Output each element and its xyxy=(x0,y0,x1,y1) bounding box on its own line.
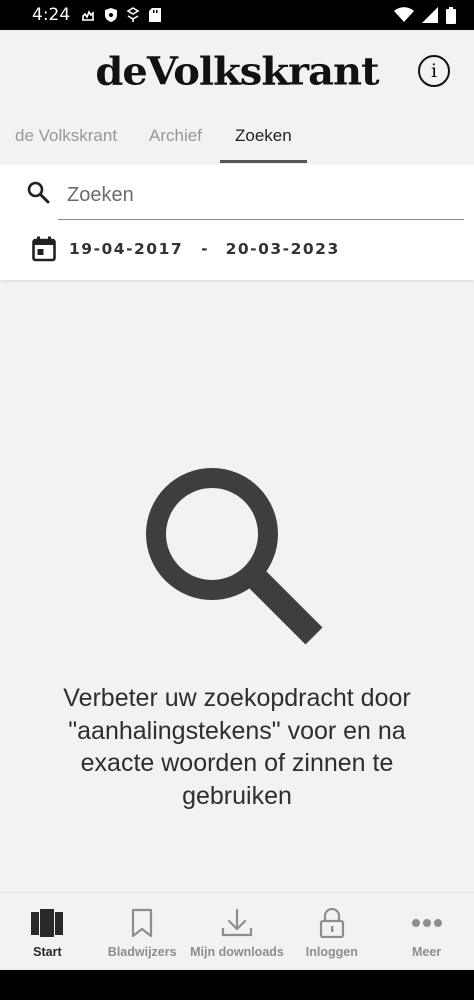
nav-meer[interactable]: Meer xyxy=(379,893,474,970)
sd-card-icon xyxy=(149,8,162,22)
notification-icon xyxy=(82,10,95,21)
battery-icon xyxy=(446,6,456,24)
status-icons-left xyxy=(80,7,162,23)
search-input[interactable] xyxy=(58,172,464,220)
nav-inloggen[interactable]: Inloggen xyxy=(284,893,379,970)
date-range[interactable]: 19-04-2017 - 20-03-2023 xyxy=(32,236,340,262)
nav-start[interactable]: Start xyxy=(0,893,95,970)
more-icon xyxy=(411,907,443,939)
date-from[interactable]: 19-04-2017 xyxy=(69,240,183,258)
nav-start-label: Start xyxy=(33,945,62,959)
tab-bar: de Volkskrant Archief Zoeken xyxy=(0,112,474,164)
magnifier-icon xyxy=(146,468,326,653)
tab-archief[interactable]: Archief xyxy=(149,126,202,146)
system-navigation-bar xyxy=(0,970,474,1000)
info-button[interactable]: i xyxy=(418,55,450,87)
date-to[interactable]: 20-03-2023 xyxy=(226,240,340,258)
empty-state: Verbeter uw zoekopdracht door "aanhaling… xyxy=(0,280,474,892)
tab-de-volkskrant[interactable]: de Volkskrant xyxy=(15,126,117,146)
nav-meer-label: Meer xyxy=(411,945,442,959)
tab-zoeken[interactable]: Zoeken xyxy=(235,126,292,146)
wifi-icon xyxy=(394,7,414,22)
tab-indicator xyxy=(220,160,307,163)
shield-icon xyxy=(105,8,118,22)
bottom-nav: Start Bladwijzers Mijn downloads Inlogge… xyxy=(0,892,474,970)
status-icons-right xyxy=(394,6,456,24)
nav-mijn-downloads-label: Mijn downloads xyxy=(190,945,284,959)
search-icon xyxy=(26,180,50,209)
fortnite-icon xyxy=(126,7,140,22)
status-time: 4:24 xyxy=(32,5,71,25)
nav-inloggen-label: Inloggen xyxy=(305,945,358,959)
status-bar: 4:24 xyxy=(0,0,474,30)
date-separator: - xyxy=(201,240,208,258)
search-panel: 19-04-2017 - 20-03-2023 xyxy=(0,164,474,280)
lock-icon xyxy=(319,907,345,939)
info-icon: i xyxy=(430,60,438,82)
nav-mijn-downloads[interactable]: Mijn downloads xyxy=(190,893,285,970)
bookmark-icon xyxy=(131,907,153,939)
app-header: deVolkskrant i xyxy=(0,30,474,112)
nav-bladwijzers[interactable]: Bladwijzers xyxy=(95,893,190,970)
download-icon xyxy=(221,907,253,939)
signal-icon xyxy=(422,7,438,23)
calendar-icon xyxy=(32,236,56,262)
newspapers-icon xyxy=(31,907,64,939)
nav-bladwijzers-label: Bladwijzers xyxy=(107,945,177,959)
search-hint-text: Verbeter uw zoekopdracht door "aanhaling… xyxy=(63,684,411,810)
app-logo: deVolkskrant xyxy=(95,49,379,94)
